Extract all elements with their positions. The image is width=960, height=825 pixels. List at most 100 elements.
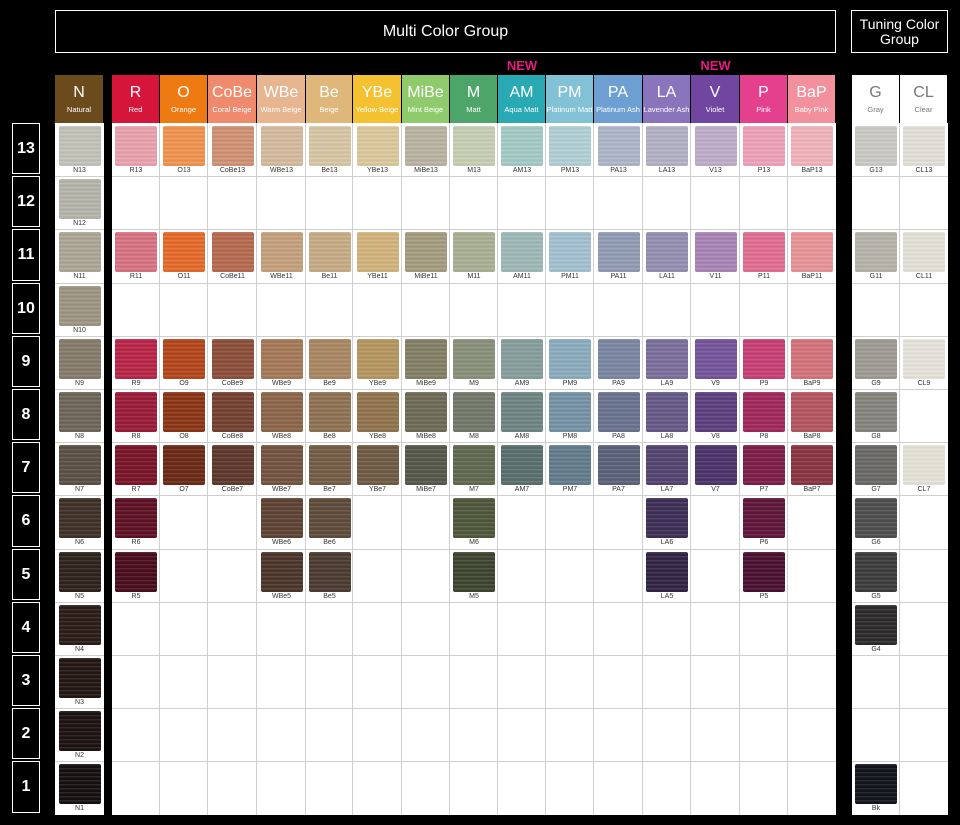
swatch-g11[interactable] xyxy=(855,232,897,273)
swatch-wbe7[interactable] xyxy=(260,445,303,486)
swatch-bap13[interactable] xyxy=(791,126,833,166)
swatch-m8[interactable] xyxy=(453,392,495,432)
swatch-g7[interactable] xyxy=(855,445,897,486)
swatch-am9[interactable] xyxy=(501,338,543,379)
swatch-la5[interactable] xyxy=(646,551,688,592)
swatch-pa9[interactable] xyxy=(597,338,640,379)
swatch-r5[interactable] xyxy=(115,551,157,592)
swatch-wbe9[interactable] xyxy=(260,338,303,379)
swatch-pm9[interactable] xyxy=(549,338,591,379)
swatch-v8[interactable] xyxy=(694,392,737,432)
swatch-cl7[interactable] xyxy=(903,445,945,486)
swatch-la13[interactable] xyxy=(646,126,688,166)
swatch-be11[interactable] xyxy=(308,232,351,273)
swatch-wbe11[interactable] xyxy=(260,232,303,273)
swatch-cobe13[interactable] xyxy=(211,126,254,166)
swatch-be7[interactable] xyxy=(308,445,351,486)
swatch-n9[interactable] xyxy=(58,338,101,379)
swatch-be9[interactable] xyxy=(308,338,351,379)
swatch-m5[interactable] xyxy=(453,551,495,592)
swatch-p13[interactable] xyxy=(743,126,785,166)
swatch-g8[interactable] xyxy=(855,392,897,432)
swatch-n6[interactable] xyxy=(58,498,101,539)
swatch-cobe8[interactable] xyxy=(211,392,254,432)
swatch-m7[interactable] xyxy=(453,445,495,486)
swatch-ybe13[interactable] xyxy=(356,126,399,166)
swatch-am11[interactable] xyxy=(501,232,543,273)
swatch-n10[interactable] xyxy=(58,285,101,326)
swatch-la8[interactable] xyxy=(646,392,688,432)
swatch-wbe13[interactable] xyxy=(260,126,303,166)
swatch-la7[interactable] xyxy=(646,445,688,486)
swatch-n3[interactable] xyxy=(58,658,101,698)
swatch-r11[interactable] xyxy=(115,232,157,273)
swatch-ybe7[interactable] xyxy=(356,445,399,486)
swatch-o9[interactable] xyxy=(163,338,205,379)
swatch-be13[interactable] xyxy=(308,126,351,166)
swatch-mibe11[interactable] xyxy=(405,232,447,273)
swatch-p6[interactable] xyxy=(743,498,785,539)
swatch-p8[interactable] xyxy=(743,392,785,432)
swatch-cobe11[interactable] xyxy=(211,232,254,273)
swatch-am7[interactable] xyxy=(501,445,543,486)
swatch-r7[interactable] xyxy=(115,445,157,486)
swatch-n1[interactable] xyxy=(58,764,101,805)
swatch-mibe9[interactable] xyxy=(405,338,447,379)
swatch-ybe11[interactable] xyxy=(356,232,399,273)
swatch-bap11[interactable] xyxy=(791,232,833,273)
swatch-pm11[interactable] xyxy=(549,232,591,273)
swatch-cobe7[interactable] xyxy=(211,445,254,486)
swatch-r13[interactable] xyxy=(115,126,157,166)
swatch-n13[interactable] xyxy=(58,126,101,166)
swatch-be5[interactable] xyxy=(308,551,351,592)
swatch-n7[interactable] xyxy=(58,445,101,486)
swatch-mibe8[interactable] xyxy=(405,392,447,432)
swatch-o7[interactable] xyxy=(163,445,205,486)
swatch-pa11[interactable] xyxy=(597,232,640,273)
swatch-la11[interactable] xyxy=(646,232,688,273)
swatch-g6[interactable] xyxy=(855,498,897,539)
swatch-pa13[interactable] xyxy=(597,126,640,166)
swatch-p5[interactable] xyxy=(743,551,785,592)
swatch-bap8[interactable] xyxy=(791,392,833,432)
swatch-mibe7[interactable] xyxy=(405,445,447,486)
swatch-o13[interactable] xyxy=(163,126,205,166)
swatch-pm8[interactable] xyxy=(549,392,591,432)
swatch-n5[interactable] xyxy=(58,551,101,592)
swatch-cobe9[interactable] xyxy=(211,338,254,379)
swatch-cl11[interactable] xyxy=(903,232,945,273)
swatch-v11[interactable] xyxy=(694,232,737,273)
swatch-ybe9[interactable] xyxy=(356,338,399,379)
swatch-wbe8[interactable] xyxy=(260,392,303,432)
swatch-ybe8[interactable] xyxy=(356,392,399,432)
swatch-la9[interactable] xyxy=(646,338,688,379)
swatch-mibe13[interactable] xyxy=(405,126,447,166)
swatch-pm13[interactable] xyxy=(549,126,591,166)
swatch-g9[interactable] xyxy=(855,338,897,379)
swatch-p7[interactable] xyxy=(743,445,785,486)
swatch-pa7[interactable] xyxy=(597,445,640,486)
swatch-be8[interactable] xyxy=(308,392,351,432)
swatch-m11[interactable] xyxy=(453,232,495,273)
swatch-am8[interactable] xyxy=(501,392,543,432)
swatch-n11[interactable] xyxy=(58,232,101,273)
swatch-r6[interactable] xyxy=(115,498,157,539)
swatch-n12[interactable] xyxy=(58,179,101,220)
swatch-v13[interactable] xyxy=(694,126,737,166)
swatch-m6[interactable] xyxy=(453,498,495,539)
swatch-cl13[interactable] xyxy=(903,126,945,166)
swatch-n8[interactable] xyxy=(58,392,101,432)
swatch-bap9[interactable] xyxy=(791,338,833,379)
swatch-m13[interactable] xyxy=(453,126,495,166)
swatch-la6[interactable] xyxy=(646,498,688,539)
swatch-p11[interactable] xyxy=(743,232,785,273)
swatch-wbe5[interactable] xyxy=(260,551,303,592)
swatch-am13[interactable] xyxy=(501,126,543,166)
swatch-m9[interactable] xyxy=(453,338,495,379)
swatch-n4[interactable] xyxy=(58,604,101,645)
swatch-v7[interactable] xyxy=(694,445,737,486)
swatch-p9[interactable] xyxy=(743,338,785,379)
swatch-pm7[interactable] xyxy=(549,445,591,486)
swatch-g5[interactable] xyxy=(855,551,897,592)
swatch-g4[interactable] xyxy=(855,604,897,645)
